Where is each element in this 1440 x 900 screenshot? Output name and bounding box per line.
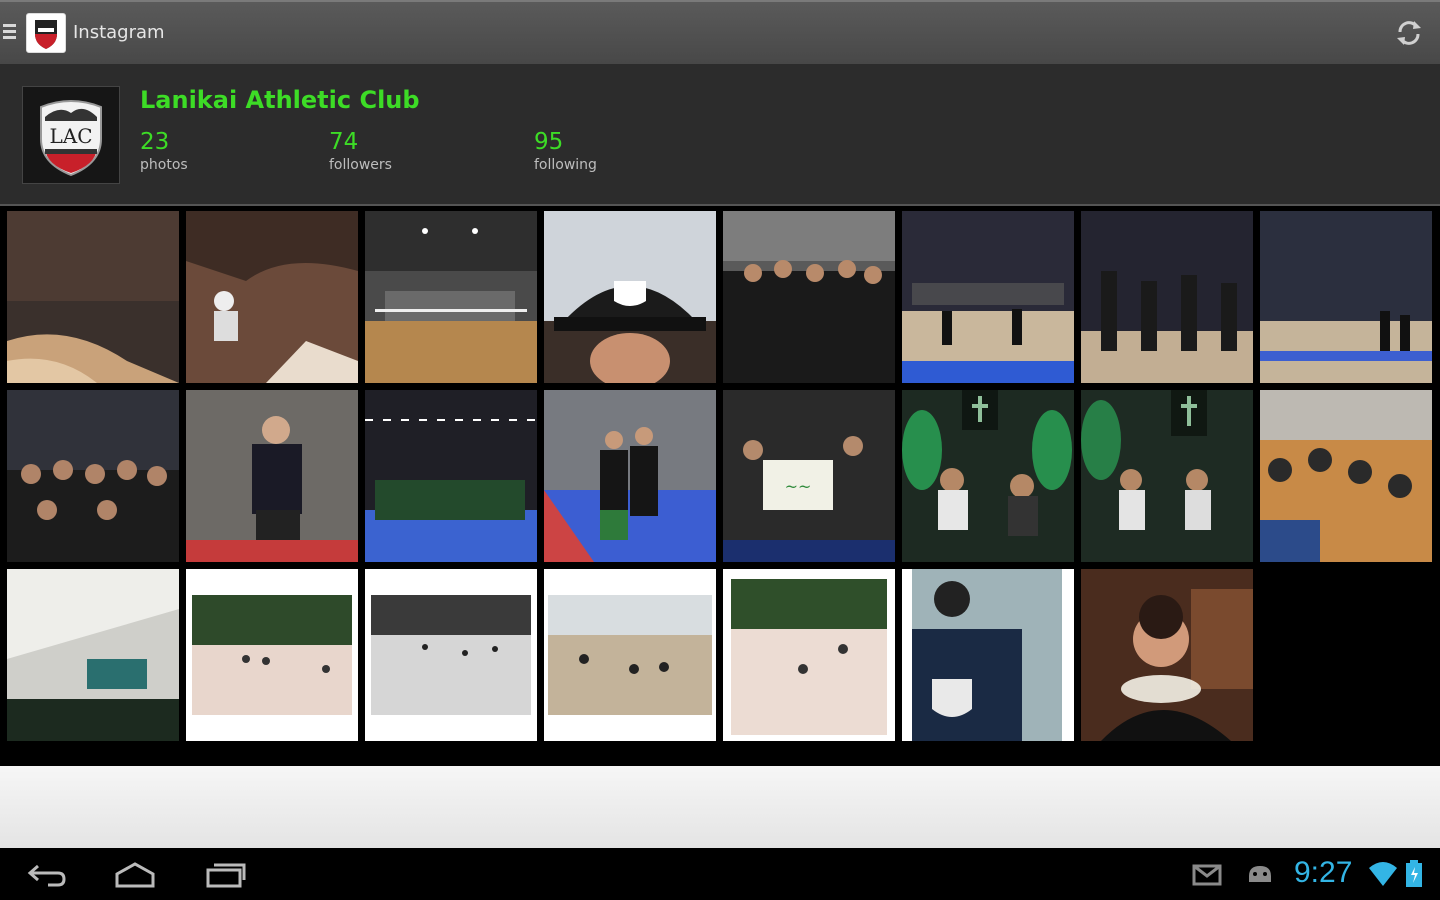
photos-label: photos — [140, 157, 188, 173]
photo-thumbnail[interactable] — [7, 569, 179, 741]
photo-thumbnail[interactable] — [365, 390, 537, 562]
photo-thumbnail[interactable] — [1260, 390, 1432, 562]
photo-thumbnail[interactable] — [1081, 390, 1253, 562]
photo-thumbnail[interactable] — [544, 569, 716, 741]
photo-thumbnail[interactable] — [902, 211, 1074, 383]
photo-grid: ~~ — [0, 206, 1440, 766]
photo-thumbnail[interactable] — [186, 390, 358, 562]
profile-name: Lanikai Athletic Club — [140, 86, 420, 114]
recent-apps-icon[interactable] — [204, 860, 248, 888]
system-navigation-bar — [0, 848, 1440, 900]
android-notification-icon[interactable] — [1243, 860, 1287, 888]
svg-text:~~: ~~ — [785, 477, 812, 496]
photo-thumbnail[interactable] — [186, 569, 358, 741]
profile-avatar[interactable]: LAC — [22, 86, 120, 184]
followers-count: 74 — [329, 129, 359, 155]
home-icon[interactable] — [113, 860, 157, 888]
app-title: Instagram — [73, 22, 165, 43]
action-bar: Instagram — [0, 0, 1440, 64]
stat-following[interactable]: 95 following — [534, 128, 597, 174]
gmail-notification-icon[interactable] — [1190, 860, 1234, 888]
profile-header: LAC Lanikai Athletic Club 23 photos 74 f… — [0, 64, 1440, 206]
back-icon[interactable] — [24, 860, 68, 888]
stat-photos[interactable]: 23 photos — [140, 128, 188, 174]
photo-thumbnail[interactable] — [365, 211, 537, 383]
drawer-menu-icon[interactable] — [3, 24, 17, 40]
photo-thumbnail[interactable] — [7, 390, 179, 562]
app-logo-icon[interactable] — [26, 13, 66, 53]
photo-thumbnail[interactable]: ~~ — [723, 390, 895, 562]
content-background — [0, 766, 1440, 848]
following-label: following — [534, 157, 597, 173]
followers-label: followers — [329, 157, 392, 173]
photo-thumbnail[interactable] — [544, 211, 716, 383]
photos-count: 23 — [140, 129, 170, 155]
status-clock: 9:27 — [1294, 856, 1353, 889]
photo-thumbnail[interactable] — [544, 390, 716, 562]
photo-thumbnail[interactable] — [1260, 211, 1432, 383]
photo-thumbnail[interactable] — [1081, 569, 1253, 741]
photo-thumbnail[interactable] — [902, 390, 1074, 562]
photo-thumbnail[interactable] — [186, 211, 358, 383]
stat-followers[interactable]: 74 followers — [329, 128, 392, 174]
photo-thumbnail[interactable] — [902, 569, 1074, 741]
wifi-icon — [1367, 858, 1399, 888]
photo-thumbnail[interactable] — [7, 211, 179, 383]
photo-thumbnail[interactable] — [1081, 211, 1253, 383]
svg-text:LAC: LAC — [49, 124, 92, 148]
photo-thumbnail[interactable] — [723, 569, 895, 741]
refresh-icon[interactable] — [1394, 18, 1424, 48]
photo-thumbnail[interactable] — [723, 211, 895, 383]
following-count: 95 — [534, 129, 564, 155]
photo-thumbnail[interactable] — [365, 569, 537, 741]
battery-icon — [1404, 858, 1424, 890]
